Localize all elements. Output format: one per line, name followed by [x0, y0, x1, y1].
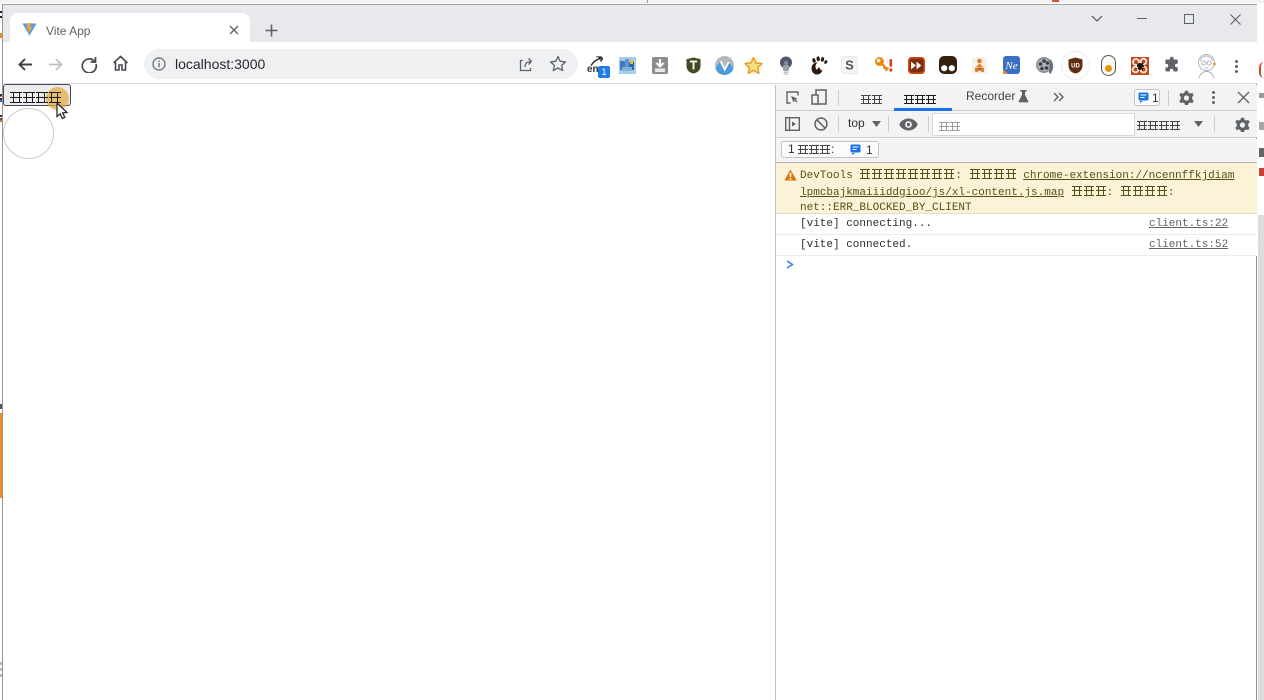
svg-text:S: S — [845, 58, 854, 73]
svg-text:Ne: Ne — [1004, 60, 1017, 72]
svg-text:UD: UD — [1071, 64, 1080, 70]
